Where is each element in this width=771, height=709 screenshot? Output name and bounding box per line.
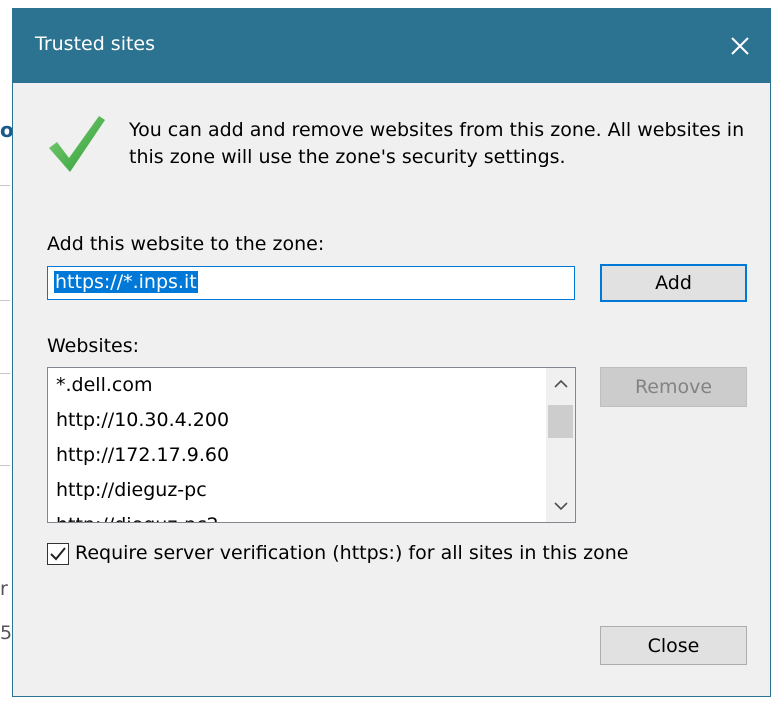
list-item[interactable]: http://10.30.4.200 bbox=[48, 403, 546, 438]
list-item[interactable]: http://172.17.9.60 bbox=[48, 438, 546, 473]
title-bar: Trusted sites bbox=[13, 9, 770, 83]
add-button[interactable]: Add bbox=[600, 264, 747, 302]
checkmark-icon bbox=[47, 112, 107, 178]
website-url-input[interactable]: https://*.inps.it bbox=[47, 266, 575, 300]
require-https-checkbox[interactable] bbox=[47, 543, 69, 565]
background-window: o r 5 bbox=[0, 0, 14, 709]
websites-label: Websites: bbox=[47, 335, 140, 357]
trusted-sites-dialog: Trusted sites You can add and remove web… bbox=[12, 8, 771, 697]
background-divider bbox=[0, 300, 10, 301]
close-button[interactable]: Close bbox=[600, 626, 747, 665]
list-item[interactable]: http://dieguz-pc bbox=[48, 473, 546, 508]
remove-button[interactable]: Remove bbox=[600, 367, 747, 407]
scrollbar-thumb[interactable] bbox=[548, 405, 573, 438]
chevron-up-icon[interactable] bbox=[546, 370, 575, 398]
websites-list: *.dell.com http://10.30.4.200 http://172… bbox=[48, 368, 546, 522]
require-https-label: Require server verification (https:) for… bbox=[75, 542, 629, 564]
dialog-title: Trusted sites bbox=[35, 33, 156, 55]
info-message: You can add and remove websites from thi… bbox=[129, 119, 745, 168]
list-item[interactable]: http://dieguz-pc2 bbox=[48, 508, 546, 522]
background-divider bbox=[0, 465, 10, 466]
background-divider bbox=[0, 185, 10, 186]
websites-listbox[interactable]: *.dell.com http://10.30.4.200 http://172… bbox=[47, 367, 576, 523]
background-text: r bbox=[0, 578, 8, 600]
chevron-down-icon[interactable] bbox=[546, 492, 575, 520]
url-input-value: https://*.inps.it bbox=[54, 271, 198, 293]
add-website-label: Add this website to the zone: bbox=[47, 233, 325, 255]
close-icon[interactable] bbox=[710, 9, 770, 83]
listbox-scrollbar[interactable] bbox=[546, 368, 575, 522]
list-item[interactable]: *.dell.com bbox=[48, 368, 546, 403]
background-divider bbox=[0, 373, 10, 374]
background-text: 5 bbox=[0, 622, 13, 644]
